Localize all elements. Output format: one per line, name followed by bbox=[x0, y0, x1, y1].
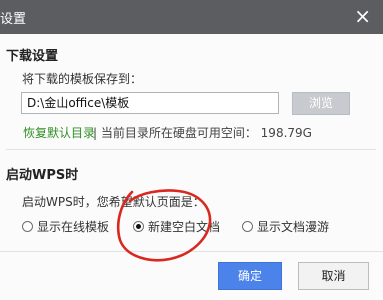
radio-label: 显示在线模板 bbox=[37, 220, 110, 234]
restore-default-link[interactable]: 恢复默认目录 bbox=[23, 124, 95, 141]
ok-button[interactable]: 确定 bbox=[218, 262, 282, 290]
radio-new-blank-document[interactable]: 新建空白文档 bbox=[133, 218, 220, 235]
radio-circle[interactable] bbox=[242, 221, 253, 232]
radio-circle[interactable] bbox=[22, 221, 33, 232]
startup-prompt: 启动WPS时，您希望默认页面是： bbox=[22, 195, 205, 209]
startup-section-title: 启动WPS时 bbox=[6, 168, 79, 183]
radio-circle-checked[interactable] bbox=[133, 221, 144, 232]
radio-document-roaming[interactable]: 显示文档漫游 bbox=[242, 218, 329, 235]
cancel-button[interactable]: 取消 bbox=[298, 262, 369, 290]
radio-label: 显示文档漫游 bbox=[257, 220, 330, 234]
close-icon[interactable]: × bbox=[354, 5, 371, 27]
disk-space-info: | 当前目录所在硬盘可用空间： 198.79G bbox=[93, 126, 312, 140]
settings-dialog: 设置 × 下载设置 将下载的模板保存到： D:\金山office\模板 浏览 恢… bbox=[0, 0, 383, 300]
save-path-input[interactable]: D:\金山office\模板 bbox=[21, 92, 279, 114]
section-divider bbox=[6, 149, 376, 150]
footer-divider bbox=[0, 251, 383, 252]
radio-label: 新建空白文档 bbox=[148, 220, 221, 234]
browse-button[interactable]: 浏览 bbox=[292, 92, 350, 115]
title-bar: 设置 × bbox=[0, 0, 383, 34]
save-to-label: 将下载的模板保存到： bbox=[22, 72, 143, 86]
download-section-title: 下载设置 bbox=[6, 49, 59, 64]
dialog-title: 设置 bbox=[0, 12, 27, 27]
radio-online-templates[interactable]: 显示在线模板 bbox=[22, 218, 109, 235]
